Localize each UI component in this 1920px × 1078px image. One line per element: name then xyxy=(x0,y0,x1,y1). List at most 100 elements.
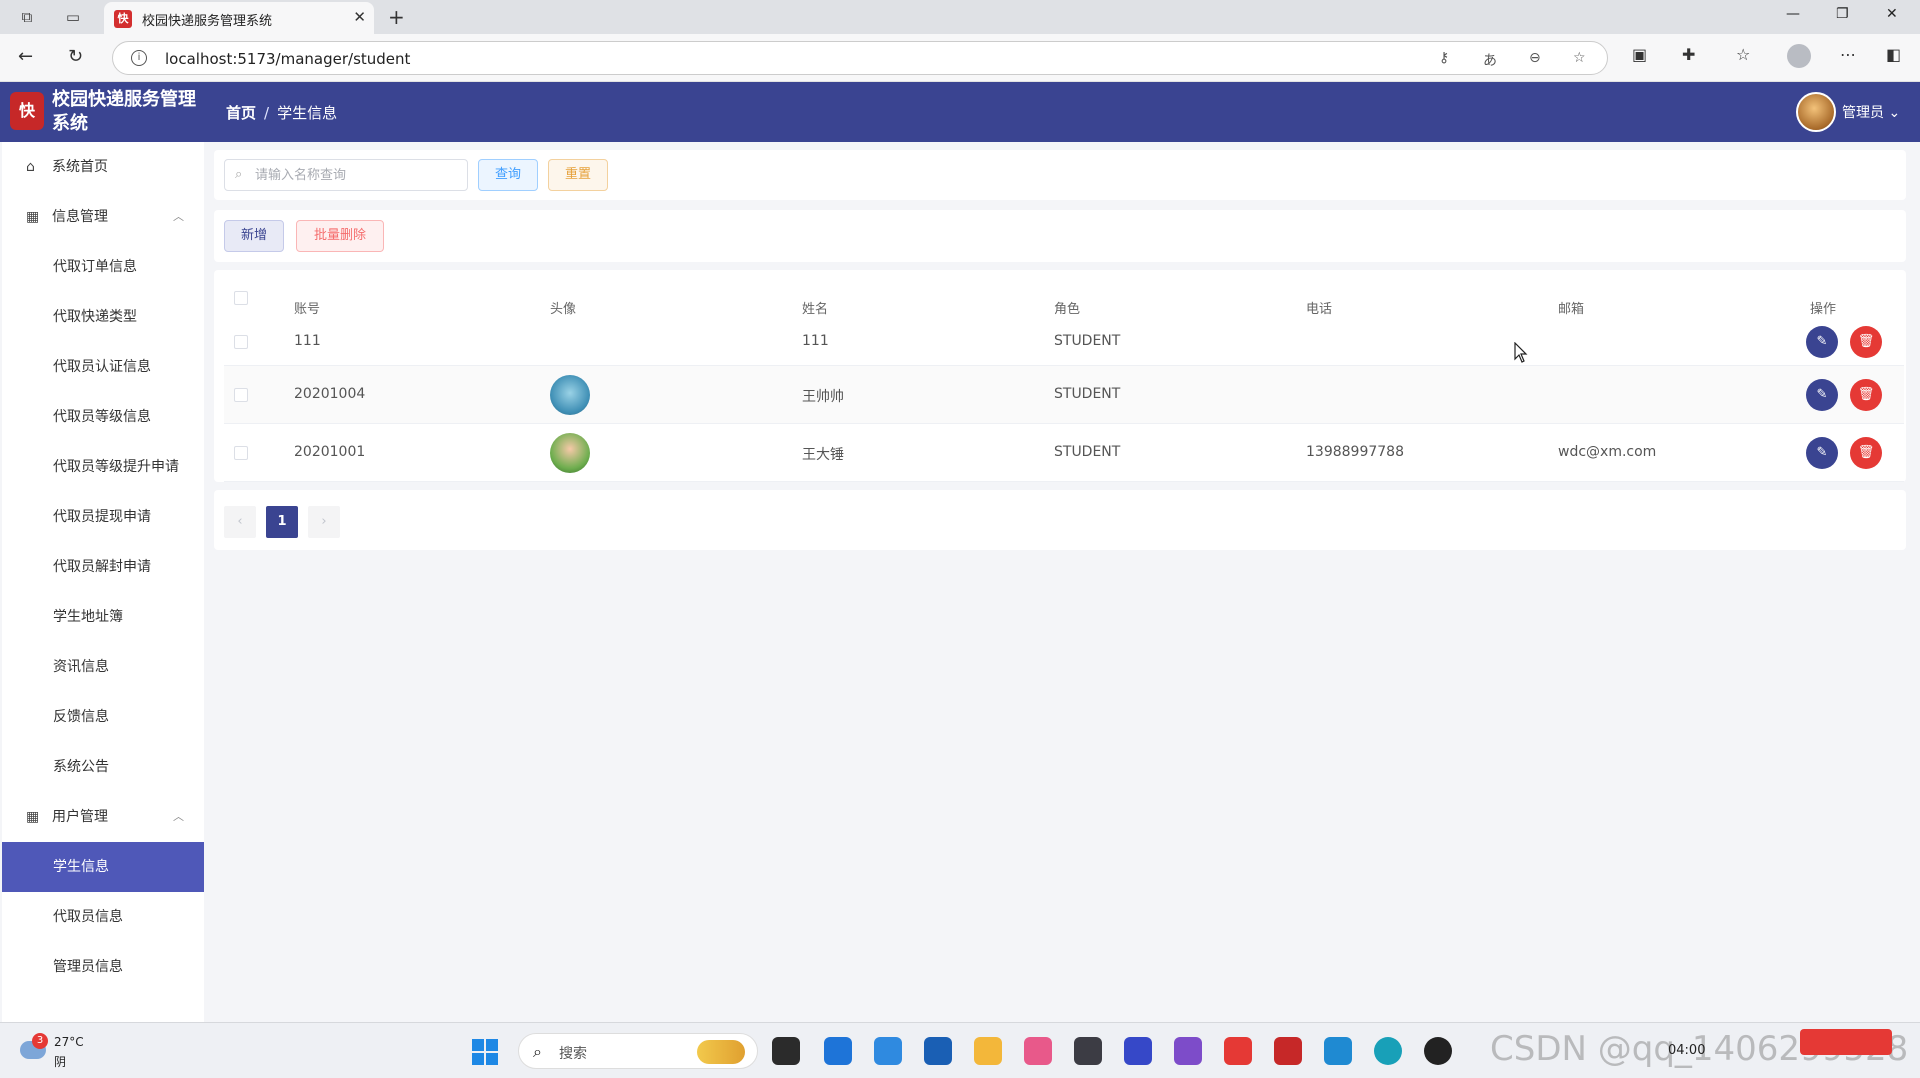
workspaces-icon[interactable]: ⧉ xyxy=(18,8,36,26)
profile-icon[interactable] xyxy=(1787,44,1811,68)
key-icon[interactable]: ⚷ xyxy=(1439,50,1449,66)
new-tab-icon[interactable]: + xyxy=(388,5,405,29)
close-tab-icon[interactable]: ✕ xyxy=(353,8,366,26)
sidebar-item-admins[interactable]: 管理员信息 xyxy=(2,942,204,992)
browser-tab[interactable]: 快 校园快递服务管理系统 ✕ xyxy=(104,2,374,34)
favorites-icon[interactable]: ☆ xyxy=(1736,45,1750,64)
sidebar-item-notices[interactable]: 系统公告 xyxy=(2,742,204,792)
favorite-star-icon[interactable]: ☆ xyxy=(1573,50,1586,66)
search-input[interactable] xyxy=(255,164,455,186)
column-header-name: 姓名 xyxy=(802,302,829,317)
extensions-icon[interactable]: ✚ xyxy=(1682,45,1695,64)
url-field[interactable]: i localhost:5173/manager/student ⚷ あ ⊖ ☆ xyxy=(112,41,1608,75)
breadcrumb-separator: / xyxy=(264,104,270,122)
column-header-phone: 电话 xyxy=(1306,302,1333,317)
vscode-app-icon[interactable] xyxy=(1324,1037,1352,1065)
weather-condition[interactable]: 阴 xyxy=(54,1053,66,1070)
collections-icon[interactable]: ▣ xyxy=(1632,45,1647,64)
favicon-icon: 快 xyxy=(114,10,132,28)
reset-button[interactable]: 重置 xyxy=(548,159,608,191)
sidebar-group-info[interactable]: ▦ 信息管理 ︿ xyxy=(2,192,204,242)
search-highlight-icon xyxy=(697,1040,745,1064)
avatar[interactable] xyxy=(1796,92,1836,132)
logo-icon: 快 xyxy=(10,92,44,130)
wps-app-icon[interactable] xyxy=(1224,1037,1252,1065)
cell-phone: 13988997788 xyxy=(1306,444,1404,460)
row-checkbox[interactable] xyxy=(234,446,248,460)
sidebar-item-express-types[interactable]: 代取快递类型 xyxy=(2,292,204,342)
sidebar-toggle-icon[interactable]: ◧ xyxy=(1886,45,1901,64)
breadcrumb: 首页 / 学生信息 xyxy=(226,102,337,123)
close-window-icon[interactable]: ✕ xyxy=(1886,6,1898,22)
notification-badge-icon[interactable] xyxy=(1800,1029,1892,1055)
edit-icon[interactable]: ✎ xyxy=(1806,379,1838,411)
zoom-icon[interactable]: ⊖ xyxy=(1529,50,1541,66)
tab-actions-icon[interactable]: ▭ xyxy=(64,8,82,26)
taskbar-search-label: 搜索 xyxy=(559,1046,587,1062)
url-text[interactable]: localhost:5173/manager/student xyxy=(165,50,410,68)
sidebar-item-address-book[interactable]: 学生地址簿 xyxy=(2,592,204,642)
search-icon: ⌕ xyxy=(533,1042,542,1061)
chevron-up-icon: ︿ xyxy=(173,210,184,223)
search-field[interactable]: ⌕ xyxy=(224,159,468,191)
column-header-actions: 操作 xyxy=(1810,302,1837,317)
taskbar-search[interactable]: ⌕ 搜索 xyxy=(518,1033,758,1069)
add-button[interactable]: 新增 xyxy=(224,220,284,252)
tray-clock[interactable]: 04:00 xyxy=(1668,1043,1705,1058)
sidebar-group-users[interactable]: ▦ 用户管理 ︿ xyxy=(2,792,204,842)
trash-icon[interactable]: 🗑 xyxy=(1850,379,1882,411)
sidebar-item-courier-auth[interactable]: 代取员认证信息 xyxy=(2,342,204,392)
user-menu[interactable]: 管理员 ⌄ xyxy=(1842,102,1900,122)
sidebar-item-news[interactable]: 资讯信息 xyxy=(2,642,204,692)
sidebar-item-orders[interactable]: 代取订单信息 xyxy=(2,242,204,292)
select-all-checkbox[interactable] xyxy=(234,291,248,305)
sidebar-item-withdrawals[interactable]: 代取员提现申请 xyxy=(2,492,204,542)
cell-name: 王大锤 xyxy=(802,447,844,463)
page-button-current[interactable]: 1 xyxy=(266,506,298,538)
unity-app-icon[interactable] xyxy=(1074,1037,1102,1065)
windows-start-icon[interactable] xyxy=(472,1039,498,1065)
pagination-card: ‹ 1 › xyxy=(214,490,1906,550)
photos-app-icon[interactable] xyxy=(824,1037,852,1065)
edit-icon[interactable]: ✎ xyxy=(1806,437,1838,469)
next-page-button[interactable]: › xyxy=(308,506,340,538)
cell-role: STUDENT xyxy=(1054,444,1121,460)
qq-app-icon[interactable] xyxy=(1424,1037,1452,1065)
site-info-icon[interactable]: i xyxy=(131,50,147,66)
sidebar-item-feedback[interactable]: 反馈信息 xyxy=(2,692,204,742)
action-card: 新增 批量删除 xyxy=(214,210,1906,262)
translate-icon[interactable]: あ xyxy=(1483,50,1497,70)
intellij-app-icon[interactable] xyxy=(1274,1037,1302,1065)
video-app-icon[interactable] xyxy=(1024,1037,1052,1065)
cell-email: wdc@xm.com xyxy=(1558,444,1657,460)
file-explorer-icon[interactable] xyxy=(974,1037,1002,1065)
sidebar-item-unban-requests[interactable]: 代取员解封申请 xyxy=(2,542,204,592)
edit-icon[interactable]: ✎ xyxy=(1806,326,1838,358)
task-view-icon[interactable] xyxy=(772,1037,800,1065)
sidebar-item-students[interactable]: 学生信息 xyxy=(2,842,204,892)
minimize-icon[interactable]: — xyxy=(1786,6,1800,22)
back-icon[interactable]: ← xyxy=(18,46,33,67)
batch-delete-button[interactable]: 批量删除 xyxy=(296,220,384,252)
sidebar-item-level-upgrade[interactable]: 代取员等级提升申请 xyxy=(2,442,204,492)
trash-icon[interactable]: 🗑 xyxy=(1850,326,1882,358)
trash-icon[interactable]: 🗑 xyxy=(1850,437,1882,469)
breadcrumb-home[interactable]: 首页 xyxy=(226,104,256,122)
row-checkbox[interactable] xyxy=(234,388,248,402)
column-header-email: 邮箱 xyxy=(1558,302,1585,317)
restore-icon[interactable]: ❐ xyxy=(1836,6,1849,22)
visual-studio-icon[interactable] xyxy=(1174,1037,1202,1065)
store-app-icon[interactable] xyxy=(924,1037,952,1065)
refresh-icon[interactable]: ↻ xyxy=(68,46,83,67)
more-icon[interactable]: ⋯ xyxy=(1840,45,1856,64)
sidebar-item-couriers[interactable]: 代取员信息 xyxy=(2,892,204,942)
row-checkbox[interactable] xyxy=(234,335,248,349)
prev-page-button[interactable]: ‹ xyxy=(224,506,256,538)
app-icon-blue[interactable] xyxy=(1124,1037,1152,1065)
weather-temperature[interactable]: 27°C xyxy=(54,1035,84,1049)
sidebar-item-home[interactable]: ⌂ 系统首页 xyxy=(2,142,204,192)
settings-app-icon[interactable] xyxy=(874,1037,902,1065)
sidebar-item-courier-levels[interactable]: 代取员等级信息 xyxy=(2,392,204,442)
query-button[interactable]: 查询 xyxy=(478,159,538,191)
edge-browser-icon[interactable] xyxy=(1374,1037,1402,1065)
